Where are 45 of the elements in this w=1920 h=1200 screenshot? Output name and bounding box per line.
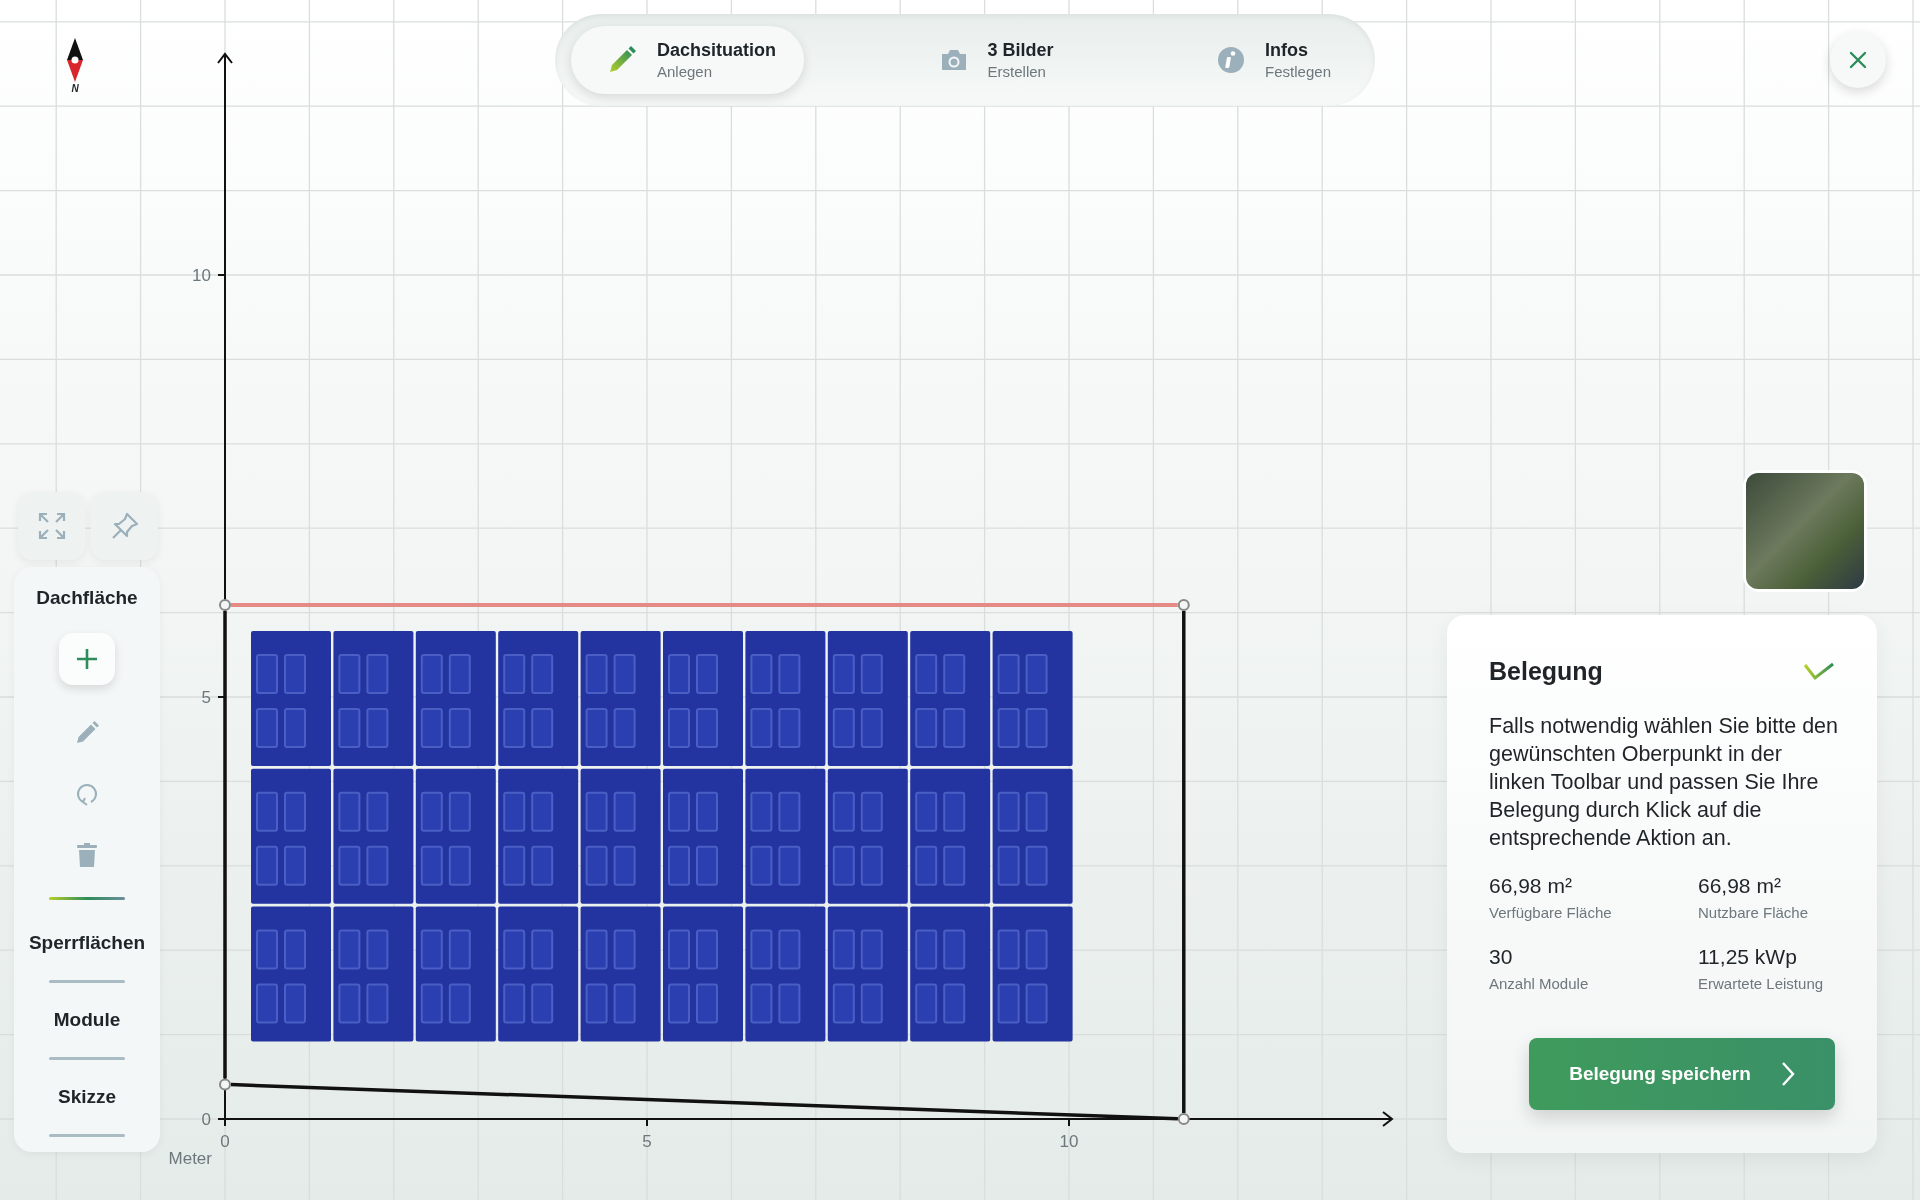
expand-icon xyxy=(36,511,67,541)
compass-icon xyxy=(65,38,85,82)
info-icon xyxy=(1217,46,1246,74)
plus-icon xyxy=(76,648,98,670)
stat-value: 30 xyxy=(1489,945,1514,969)
trash-icon[interactable] xyxy=(77,843,97,867)
chevron-right-icon xyxy=(1780,1061,1795,1087)
stat-label: Erwartete Leistung xyxy=(1698,975,1825,992)
toolbar-section[interactable]: Skizze xyxy=(53,1080,121,1114)
corner-handle[interactable] xyxy=(1177,599,1190,611)
camera-icon xyxy=(939,48,968,72)
toolbar-section[interactable]: Dachfläche xyxy=(32,581,142,615)
axis-tick-label: 0 xyxy=(220,1132,230,1151)
stat-label: Nutzbare Fläche xyxy=(1698,904,1810,921)
corner-handle[interactable] xyxy=(219,599,231,611)
stat-value: 66,98 m² xyxy=(1489,874,1573,898)
compass-north-label: N xyxy=(71,83,79,94)
step-tab[interactable]: Infos Festlegen xyxy=(1181,26,1359,94)
stat-label: Anzahl Module xyxy=(1489,975,1590,992)
step-tab[interactable]: 3 Bilder Erstellen xyxy=(903,26,1082,94)
fullscreen-button[interactable] xyxy=(18,492,85,560)
axis-tick-label: 10 xyxy=(192,266,211,285)
stat-label: Verfügbare Fläche xyxy=(1489,904,1613,921)
card-description: Falls notwendig wählen Sie bitte den gewünschten Oberpunkt in der linken Toolbar und passen Sie Ihre Belegung durch Klick auf die entsprechende Aktion an. xyxy=(1489,713,1839,852)
axis-tick-label: 10 xyxy=(1059,1132,1079,1151)
pencil-icon[interactable] xyxy=(75,721,99,745)
save-button[interactable]: Belegung speichern xyxy=(1529,1038,1835,1110)
rotate-icon[interactable] xyxy=(75,781,99,807)
corner-handle[interactable] xyxy=(219,1078,231,1091)
add-button[interactable] xyxy=(59,633,115,685)
pin-button[interactable] xyxy=(91,492,158,560)
checkmark-icon[interactable] xyxy=(1803,661,1835,682)
stat-value: 11,25 kWp xyxy=(1698,945,1798,969)
axis-tick-label: 5 xyxy=(642,1132,652,1151)
axis-tick-label: 0 xyxy=(201,1110,211,1129)
corner-handle[interactable] xyxy=(1177,1113,1190,1125)
toolbar-section[interactable]: Module xyxy=(49,1003,125,1037)
card-title: Belegung xyxy=(1489,657,1603,686)
pencil-icon xyxy=(607,45,637,75)
toolbar-section[interactable]: Sperrflächen xyxy=(24,926,150,960)
step-tab[interactable]: Dachsituation Anlegen xyxy=(571,26,804,94)
close-icon xyxy=(1849,51,1867,69)
axis-unit-label: Meter xyxy=(168,1149,212,1168)
stat-value: 66,98 m² xyxy=(1698,874,1782,898)
axis-tick-label: 5 xyxy=(201,688,211,707)
